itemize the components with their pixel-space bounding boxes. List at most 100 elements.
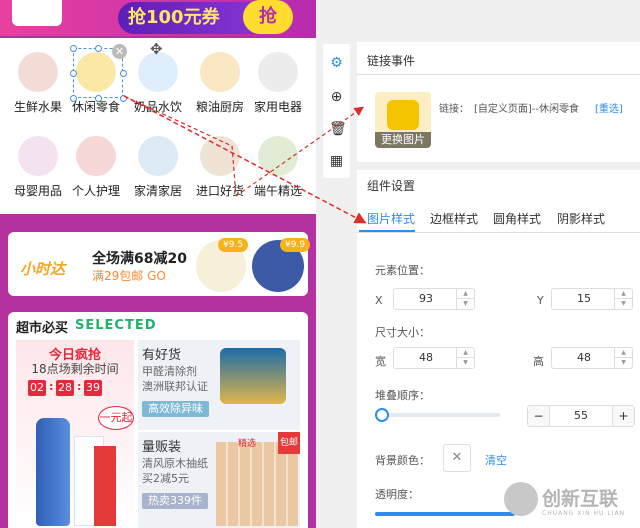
width-input[interactable]: 48 ▲ ▼: [393, 347, 475, 369]
grid-icon[interactable]: ▦: [329, 154, 344, 169]
height-label: 高: [533, 355, 544, 368]
promo-title: 全场满68减20: [92, 251, 187, 267]
height-decrement[interactable]: ▼: [615, 358, 632, 368]
y-value[interactable]: 15: [552, 289, 616, 309]
link-label: 链接：: [439, 104, 469, 115]
tab-shadow-style[interactable]: 阴影样式: [557, 210, 605, 227]
width-value[interactable]: 48: [394, 348, 458, 368]
image-thumbnail[interactable]: 更换图片: [375, 92, 431, 148]
category-label: 进口好货: [195, 184, 244, 198]
category-item[interactable]: 个人护理: [66, 136, 126, 199]
mobile-preview: 抢100元券 抢 生鲜水果 休闲零食 奶品水饮 粮油厨房 家用电器 母婴用品 个人护理 家清家…: [0, 0, 316, 528]
resize-handle[interactable]: [95, 95, 102, 102]
resize-handle[interactable]: [70, 45, 77, 52]
category-item[interactable]: 家用电器: [248, 52, 308, 115]
banner-product-image: [12, 0, 62, 26]
toothpaste-image: [94, 446, 116, 526]
opacity-slider[interactable]: [375, 512, 515, 516]
slider-handle[interactable]: [375, 408, 389, 422]
clock-hours: 02: [28, 380, 46, 396]
category-grid: 生鲜水果 休闲零食 奶品水饮 粮油厨房 家用电器 母婴用品 个人护理 家清家居 进口好货 端午精选: [0, 38, 316, 214]
clear-button[interactable]: 清空: [485, 452, 507, 468]
resize-handle[interactable]: [70, 70, 77, 77]
shampoo-icon: [76, 136, 116, 176]
jar-image: [220, 348, 286, 404]
height-value[interactable]: 48: [552, 348, 616, 368]
resize-handle[interactable]: [95, 45, 102, 52]
price-pill: ¥9.9: [280, 238, 311, 252]
tab-border-style[interactable]: 边框样式: [430, 210, 478, 227]
category-item[interactable]: 母婴用品: [8, 136, 68, 199]
shampoo-image: [36, 418, 70, 526]
resize-handle[interactable]: [120, 95, 127, 102]
settings-section-title: 组件设置: [367, 179, 416, 193]
y-input[interactable]: 15 ▲ ▼: [551, 288, 633, 310]
move-icon[interactable]: ✥: [150, 40, 163, 58]
category-label: 端午精选: [253, 184, 302, 198]
height-increment[interactable]: ▲: [615, 348, 632, 358]
lychee-icon: [18, 52, 58, 92]
category-item[interactable]: 进口好货: [190, 136, 250, 199]
card-line1: 甲醛清除剂: [142, 365, 197, 378]
clock-minutes: 28: [56, 380, 74, 396]
category-item[interactable]: 端午精选: [248, 136, 308, 199]
width-increment[interactable]: ▲: [457, 348, 474, 358]
plus-button[interactable]: +: [612, 406, 634, 426]
promo-card[interactable]: 小时达 全场满68减20 满29包邮 GO ¥9.5 ¥9.9: [8, 232, 311, 296]
x-value[interactable]: 93: [394, 289, 458, 309]
detergent-icon: [138, 136, 178, 176]
x-decrement[interactable]: ▼: [457, 299, 474, 309]
trash-icon[interactable]: 🗑: [329, 122, 347, 137]
zongzi-icon: [258, 136, 298, 176]
width-decrement[interactable]: ▼: [457, 358, 474, 368]
category-item[interactable]: 生鲜水果: [8, 52, 68, 115]
x-increment[interactable]: ▲: [457, 289, 474, 299]
active-tab-indicator: [359, 230, 415, 232]
link-section-title: 链接事件: [367, 54, 416, 68]
tab-radius-style[interactable]: 圆角样式: [493, 210, 541, 227]
z-order-stepper[interactable]: − 55 +: [527, 405, 635, 427]
watermark-title: 创新互联: [542, 488, 619, 510]
flash-sale-card[interactable]: 今日疯抢 18点场剩余时间 02 : 28 : 39 一元起: [16, 340, 134, 528]
category-item[interactable]: 粮油厨房: [190, 52, 250, 115]
height-input[interactable]: 48 ▲ ▼: [551, 347, 633, 369]
z-order-slider[interactable]: [375, 413, 500, 417]
x-input[interactable]: 93 ▲ ▼: [393, 288, 475, 310]
y-increment[interactable]: ▲: [615, 289, 632, 299]
color-picker[interactable]: ✕: [443, 444, 471, 472]
promo-logo: 小时达: [20, 260, 66, 278]
card-button[interactable]: 热卖339件: [142, 493, 208, 509]
card-line1: 清风原木抽纸: [142, 457, 208, 470]
y-decrement[interactable]: ▼: [615, 299, 632, 309]
minus-button[interactable]: −: [528, 406, 550, 426]
category-label: 生鲜水果: [13, 100, 62, 114]
banner-grab-button[interactable]: 抢: [243, 0, 293, 34]
good-goods-card[interactable]: 有好货 甲醛清除剂 澳洲联邦认证 高效除异味: [138, 340, 300, 430]
watermark: 创新互联 CHUANG XIN HU LIAN: [500, 478, 640, 524]
baby-icon: [18, 136, 58, 176]
size-label: 尺寸大小：: [375, 326, 430, 339]
card-line2: 澳洲联邦认证: [142, 380, 208, 393]
z-order-value[interactable]: 55: [550, 406, 612, 426]
change-image-button[interactable]: 更换图片: [375, 132, 431, 148]
category-item[interactable]: 奶品水饮: [128, 52, 188, 115]
add-icon[interactable]: ⊕: [329, 90, 344, 105]
market-title: 超市必买: [16, 321, 69, 336]
bulk-card[interactable]: 量贩装 清风原木抽纸 买2减5元 热卖339件 精选 包邮: [138, 432, 300, 528]
price-badge: 一元起: [98, 406, 134, 430]
close-icon[interactable]: ✕: [112, 44, 127, 59]
category-label: 家清家居: [133, 184, 182, 198]
card-line2: 买2减5元: [142, 472, 189, 485]
tab-image-style[interactable]: 图片样式: [367, 210, 415, 227]
category-item[interactable]: 家清家居: [128, 136, 188, 199]
resize-handle[interactable]: [70, 95, 77, 102]
gear-icon[interactable]: ⚙: [329, 56, 344, 71]
reselect-link[interactable]: [重选]: [595, 100, 623, 115]
card-title: 有好货: [142, 348, 182, 363]
coupon-banner[interactable]: 抢100元券 抢: [0, 0, 316, 36]
category-label: 家用电器: [253, 100, 302, 114]
card-title: 量贩装: [142, 440, 182, 455]
resize-handle[interactable]: [120, 70, 127, 77]
card-button[interactable]: 高效除异味: [142, 401, 209, 417]
width-label: 宽: [375, 355, 386, 368]
